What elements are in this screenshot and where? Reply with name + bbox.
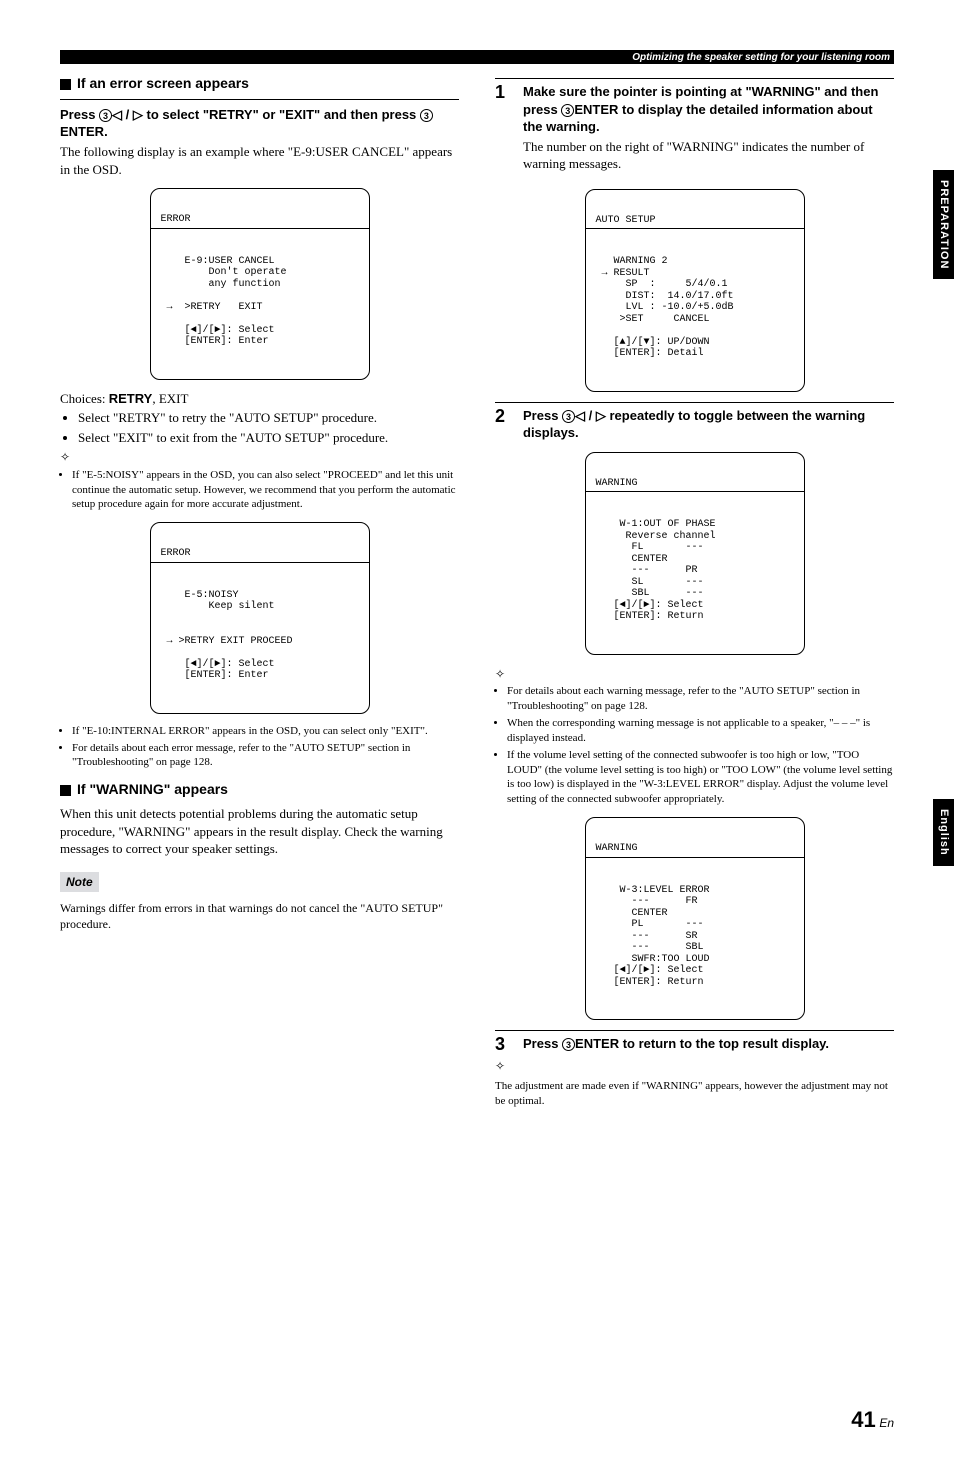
tip-icon (495, 665, 894, 683)
tip-final: The adjustment are made even if "WARNING… (495, 1079, 894, 1109)
osd-title: ERROR (151, 212, 369, 229)
error-heading: If an error screen appears (60, 74, 459, 93)
osd-lines: E-9:USER CANCEL Don't operate any functi… (161, 256, 359, 348)
t: Press (523, 1036, 562, 1051)
arrows-icon: ◁ / ▷ (575, 408, 606, 423)
error-heading-text: If an error screen appears (77, 75, 249, 91)
divider (60, 99, 459, 100)
warning-body: When this unit detects potential problem… (60, 805, 459, 858)
header-strip: Optimizing the speaker setting for your … (60, 50, 894, 64)
osd-lines: E-5:NOISY Keep silent → >RETRY EXIT PROC… (161, 590, 359, 682)
step-number: 3 (495, 1035, 513, 1053)
warning-heading-text: If "WARNING" appears (77, 781, 228, 797)
arrows-icon: ◁ / ▷ (112, 107, 143, 122)
osd-title: WARNING (586, 476, 804, 493)
choices-line: Choices: RETRY, EXIT (60, 390, 459, 408)
tip: If "E-10:INTERNAL ERROR" appears in the … (72, 724, 459, 739)
side-tabs: PREPARATION English (933, 170, 954, 1386)
osd-title: ERROR (151, 546, 369, 563)
square-bullet-icon (60, 785, 71, 796)
t: Choices: (60, 391, 109, 406)
tip: For details about each error message, re… (72, 741, 459, 771)
tip: For details about each warning message, … (507, 684, 894, 714)
t: Press (523, 408, 562, 423)
step-3-head: Press 3ENTER to return to the top result… (523, 1035, 894, 1053)
step-1-body: The number on the right of "WARNING" ind… (523, 138, 894, 173)
step-number: 2 (495, 407, 513, 442)
note-label: Note (60, 872, 99, 892)
step-1: 1 Make sure the pointer is pointing at "… (495, 78, 894, 179)
t: . (104, 124, 108, 139)
header-strip-label: Optimizing the speaker setting for your … (632, 51, 890, 65)
choice-default: RETRY (109, 391, 153, 406)
tip-icon (495, 1057, 894, 1075)
tab-preparation: PREPARATION (933, 170, 954, 279)
tip: When the corresponding warning message i… (507, 716, 894, 746)
choice-bullets: Select "RETRY" to retry the "AUTO SETUP"… (78, 409, 459, 446)
instruction-1: Press 3◁ / ▷ to select "RETRY" or "EXIT"… (60, 106, 459, 141)
osd-error-2: ERROR E-5:NOISY Keep silent → >RETRY EXI… (150, 522, 370, 714)
osd-title: AUTO SETUP (586, 213, 804, 230)
osd-lines: W-1:OUT OF PHASE Reverse channel FL --- … (596, 519, 794, 623)
osd-auto-setup: AUTO SETUP WARNING 2 → RESULT SP : 5/4/0… (585, 189, 805, 392)
osd-warning-2: WARNING W-3:LEVEL ERROR --- FR CENTER PL… (585, 817, 805, 1020)
osd-lines: W-3:LEVEL ERROR --- FR CENTER PL --- ---… (596, 885, 794, 989)
t: , EXIT (152, 391, 188, 406)
page-number: 41 En (851, 1405, 894, 1435)
tip-list-right: For details about each warning message, … (507, 684, 894, 807)
bullet: Select "EXIT" to exit from the "AUTO SET… (78, 429, 459, 447)
button-3-icon: 3 (562, 1038, 575, 1051)
right-column: 1 Make sure the pointer is pointing at "… (495, 68, 894, 1112)
step-number: 1 (495, 83, 513, 179)
osd-warning-1: WARNING W-1:OUT OF PHASE Reverse channel… (585, 452, 805, 655)
button-3-icon: 3 (561, 104, 574, 117)
step-3: 3 Press 3ENTER to return to the top resu… (495, 1030, 894, 1053)
page-num: 41 (851, 1407, 875, 1432)
button-3-icon: 3 (99, 109, 112, 122)
t: to return to the top result display. (619, 1036, 829, 1051)
columns: If an error screen appears Press 3◁ / ▷ … (60, 68, 894, 1112)
body-1: The following display is an example wher… (60, 143, 459, 178)
enter-label: ENTER (574, 102, 618, 117)
t: to select "RETRY" or "EXIT" and then pre… (143, 107, 420, 122)
square-bullet-icon (60, 79, 71, 90)
page-suffix: En (879, 1416, 894, 1430)
tip-list-2: If "E-10:INTERNAL ERROR" appears in the … (72, 724, 459, 771)
left-column: If an error screen appears Press 3◁ / ▷ … (60, 68, 459, 1112)
note-body: Warnings differ from errors in that warn… (60, 900, 459, 932)
enter-label: ENTER (60, 124, 104, 139)
button-3-icon: 3 (420, 109, 433, 122)
bullet: Select "RETRY" to retry the "AUTO SETUP"… (78, 409, 459, 427)
tip: If "E-5:NOISY" appears in the OSD, you c… (72, 468, 459, 513)
warning-heading: If "WARNING" appears (60, 780, 459, 799)
step-2: 2 Press 3◁ / ▷ repeatedly to toggle betw… (495, 402, 894, 442)
enter-label: ENTER (575, 1036, 619, 1051)
t: Press (60, 107, 99, 122)
tip-icon (60, 448, 459, 466)
tip: If the volume level setting of the conne… (507, 748, 894, 807)
tip-list-1: If "E-5:NOISY" appears in the OSD, you c… (72, 468, 459, 513)
step-1-head: Make sure the pointer is pointing at "WA… (523, 83, 894, 136)
step-2-head: Press 3◁ / ▷ repeatedly to toggle betwee… (523, 407, 894, 442)
button-3-icon: 3 (562, 410, 575, 423)
osd-title: WARNING (586, 841, 804, 858)
osd-error-1: ERROR E-9:USER CANCEL Don't operate any … (150, 188, 370, 380)
tab-language: English (933, 799, 954, 866)
osd-lines: WARNING 2 → RESULT SP : 5/4/0.1 DIST: 14… (596, 256, 794, 360)
